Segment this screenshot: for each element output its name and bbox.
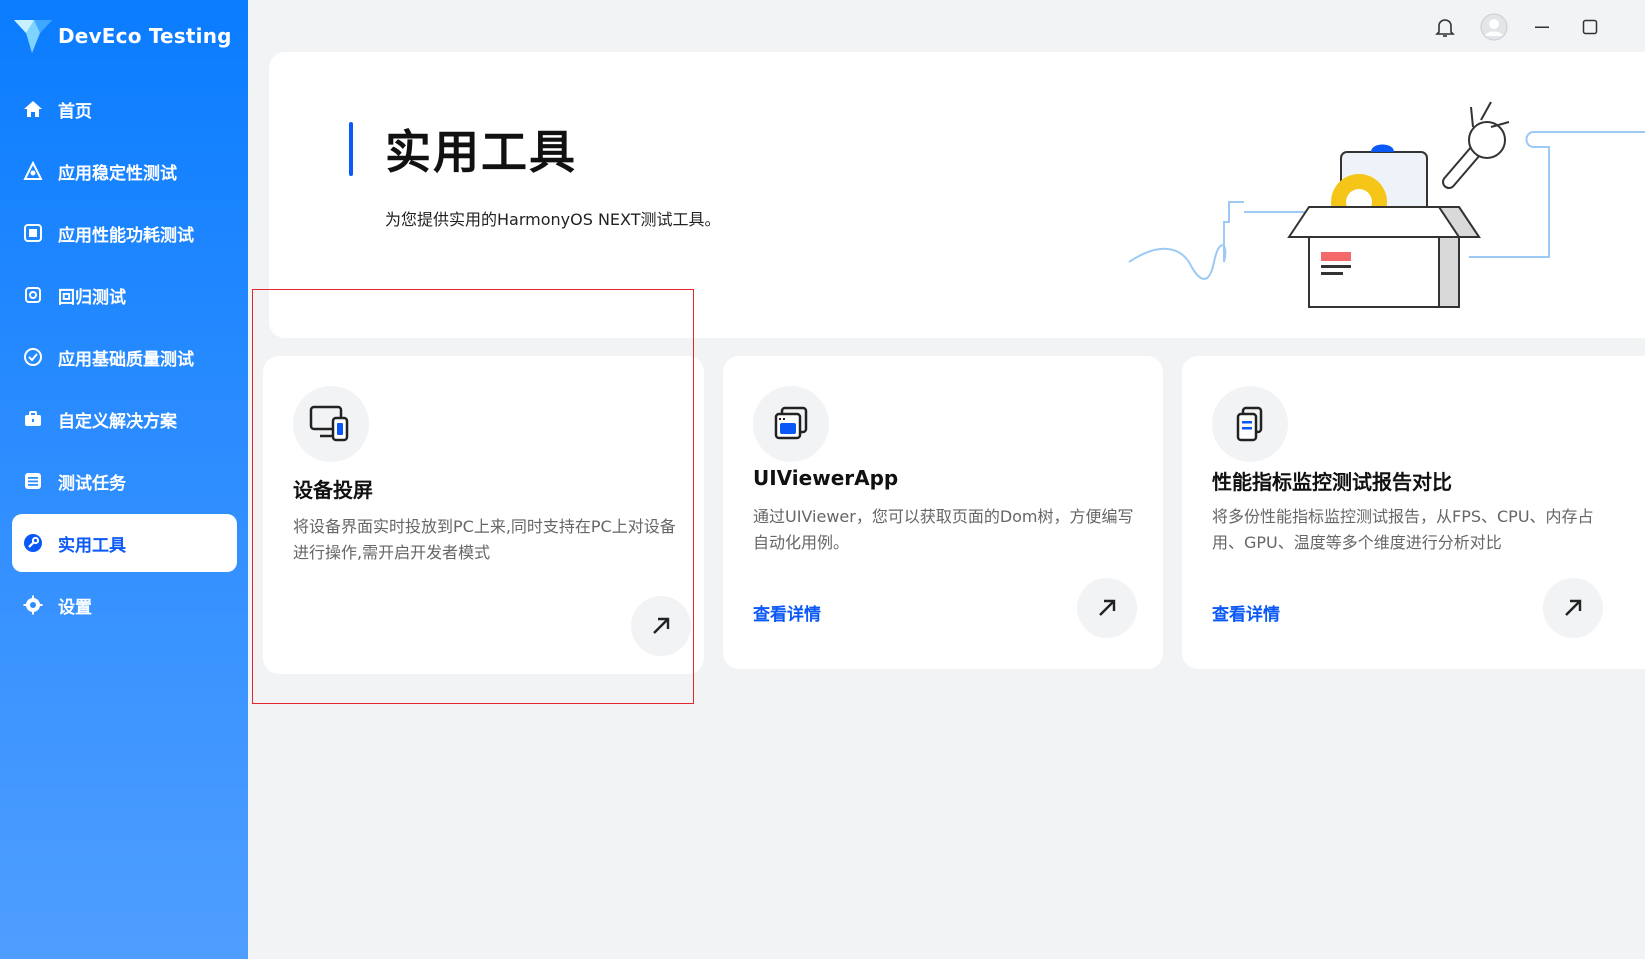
sidebar-item-label: 应用性能功耗测试: [58, 225, 194, 246]
arrow-up-right-icon[interactable]: [631, 596, 691, 656]
sidebar-item-label: 设置: [58, 597, 92, 618]
card-title: 性能指标监控测试报告对比: [1212, 470, 1452, 494]
wrench-icon: [22, 532, 44, 554]
sidebar-item-home[interactable]: 首页: [12, 80, 237, 138]
app-name: DevEco Testing: [58, 24, 232, 48]
toolbox-icon: [22, 408, 44, 430]
view-details-link[interactable]: 查看详情: [1212, 600, 1280, 625]
sidebar-item-custom-solution[interactable]: 自定义解决方案: [12, 390, 237, 448]
main-content: 实用工具 为您提供实用的HarmonyOS NEXT测试工具。 设备投屏 将设备…: [248, 0, 1645, 959]
sidebar-item-label: 应用稳定性测试: [58, 163, 177, 184]
hero-banner: 实用工具 为您提供实用的HarmonyOS NEXT测试工具。: [269, 52, 1645, 338]
view-details-link[interactable]: 查看详情: [753, 600, 821, 625]
home-icon: [22, 98, 44, 120]
card-description: 将设备界面实时投放到PC上来,同时支持在PC上对设备进行操作,需开启开发者模式: [293, 517, 676, 562]
sidebar-item-tools[interactable]: 实用工具: [12, 514, 237, 572]
sidebar-item-test-tasks[interactable]: 测试任务: [12, 452, 237, 510]
card-description: 通过UIViewer，您可以获取页面的Dom树，方便编写自动化用例。: [753, 507, 1134, 552]
sidebar-item-label: 首页: [58, 101, 92, 122]
tool-card-uiviewer[interactable]: UIViewerApp 通过UIViewer，您可以获取页面的Dom树，方便编写…: [723, 356, 1163, 669]
app-logo: DevEco Testing: [12, 16, 232, 56]
app-window: DevEco Testing 首页 应用稳定性测试 应用性能功耗测试 回归测试: [0, 0, 1645, 959]
check-circle-icon: [22, 346, 44, 368]
sidebar-item-label: 实用工具: [58, 535, 126, 556]
sidebar-item-quality[interactable]: 应用基础质量测试: [12, 328, 237, 386]
deveco-logo-icon: [14, 20, 52, 53]
stability-icon: [22, 160, 44, 182]
sidebar-item-settings[interactable]: 设置: [12, 576, 237, 634]
sidebar: DevEco Testing 首页 应用稳定性测试 应用性能功耗测试 回归测试: [0, 0, 248, 959]
card-title: UIViewerApp: [753, 466, 899, 490]
list-icon: [22, 470, 44, 492]
sidebar-item-stability[interactable]: 应用稳定性测试: [12, 142, 237, 200]
page-title: 实用工具: [385, 125, 577, 179]
ui-viewer-icon: [753, 386, 829, 462]
regression-icon: [22, 284, 44, 306]
minimize-icon[interactable]: [1527, 12, 1557, 42]
sidebar-item-label: 回归测试: [58, 287, 126, 308]
sidebar-item-regression[interactable]: 回归测试: [12, 266, 237, 324]
title-accent-bar: [349, 122, 353, 176]
bell-icon[interactable]: [1430, 12, 1460, 42]
arrow-up-right-icon[interactable]: [1077, 578, 1137, 638]
card-title: 设备投屏: [293, 478, 373, 502]
card-description: 将多份性能指标监控测试报告，从FPS、CPU、内存占用、GPU、温度等多个维度进…: [1212, 507, 1594, 552]
sidebar-item-label: 自定义解决方案: [58, 411, 177, 432]
tool-card-report-compare[interactable]: 性能指标监控测试报告对比 将多份性能指标监控测试报告，从FPS、CPU、内存占用…: [1182, 356, 1645, 669]
sidebar-item-label: 应用基础质量测试: [58, 349, 194, 370]
arrow-up-right-icon[interactable]: [1543, 578, 1603, 638]
sidebar-item-performance[interactable]: 应用性能功耗测试: [12, 204, 237, 262]
tool-card-screen-cast[interactable]: 设备投屏 将设备界面实时投放到PC上来,同时支持在PC上对设备进行操作,需开启开…: [263, 356, 704, 674]
report-compare-icon: [1212, 386, 1288, 462]
screen-cast-icon: [293, 386, 369, 462]
page-subtitle: 为您提供实用的HarmonyOS NEXT测试工具。: [385, 210, 721, 229]
gear-icon: [22, 594, 44, 616]
avatar-icon[interactable]: [1479, 12, 1509, 42]
performance-icon: [22, 222, 44, 244]
maximize-icon[interactable]: [1575, 12, 1605, 42]
toolbox-illustration-icon: [1128, 101, 1645, 308]
sidebar-item-label: 测试任务: [58, 473, 126, 494]
